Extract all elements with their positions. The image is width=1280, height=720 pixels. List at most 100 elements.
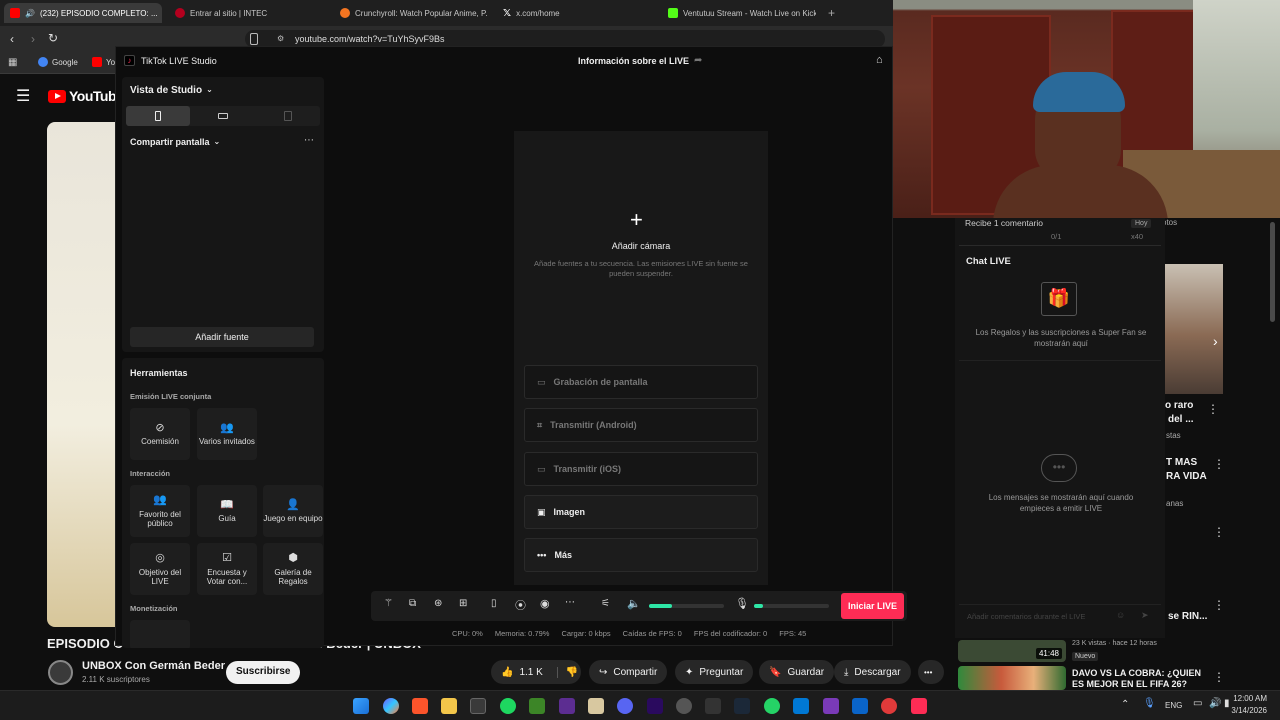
add-scene-icon[interactable]: ⊞ bbox=[459, 598, 467, 609]
mic-slider[interactable] bbox=[754, 604, 829, 608]
steam-icon[interactable] bbox=[734, 698, 750, 714]
site-info-icon[interactable]: ⚙ bbox=[277, 34, 284, 43]
visual-studio-icon[interactable] bbox=[823, 698, 839, 714]
obs-icon[interactable] bbox=[676, 698, 692, 714]
portrait-layout-button[interactable] bbox=[126, 106, 190, 126]
sidebar-title-fragment[interactable]: T MAS bbox=[1166, 457, 1197, 468]
phone-icon[interactable]: ▯ bbox=[491, 598, 497, 609]
landscape-layout-button[interactable] bbox=[191, 106, 255, 126]
multi-guest-tool[interactable]: 👥 Varios invitados bbox=[197, 408, 257, 460]
camera-settings-icon[interactable]: ◉ bbox=[540, 597, 550, 610]
go-live-button[interactable]: Iniciar LIVE bbox=[841, 593, 904, 619]
scene-more-icon[interactable]: ⋯ bbox=[304, 135, 314, 146]
language-indicator[interactable]: ENG bbox=[1165, 701, 1182, 710]
clock-time[interactable]: 12:00 AM bbox=[1233, 694, 1267, 703]
sidebar-thumbnail[interactable]: 41:48 bbox=[958, 640, 1066, 662]
new-tab-button[interactable]: + bbox=[828, 3, 842, 23]
record-icon[interactable]: ⦿ bbox=[515, 597, 526, 613]
dual-layout-button[interactable] bbox=[256, 106, 320, 126]
back-icon[interactable]: ‹ bbox=[10, 32, 14, 46]
url-text[interactable]: youtube.com/watch?v=TuYhSyvF9Bs bbox=[295, 34, 445, 44]
like-count[interactable]: 1.1 K bbox=[519, 667, 542, 678]
bookmark-youtube[interactable]: Yo bbox=[92, 57, 115, 67]
share-button[interactable]: ↪ Compartir bbox=[589, 660, 668, 684]
vscode-icon[interactable] bbox=[793, 698, 809, 714]
comment-input[interactable]: Añadir comentarios durante el LIVE bbox=[959, 604, 1161, 626]
add-source-button[interactable]: Añadir fuente bbox=[130, 327, 314, 347]
volume-icon[interactable]: 🔊 bbox=[1209, 698, 1221, 709]
save-button[interactable]: 🔖 Guardar bbox=[759, 660, 835, 684]
send-icon[interactable]: ➤ bbox=[1141, 610, 1149, 621]
video-player[interactable] bbox=[47, 122, 117, 627]
app-icon[interactable] bbox=[881, 698, 897, 714]
browser-tab-youtube[interactable]: 🔊 (232) EPISODIO COMPLETO: ... ✕ bbox=[4, 3, 162, 23]
whatsapp-icon[interactable] bbox=[764, 698, 780, 714]
menu-icon[interactable]: ☰ bbox=[16, 86, 30, 106]
channel-name[interactable]: UNBOX Con Germán Beder bbox=[82, 660, 225, 672]
bookmark-google[interactable]: Google bbox=[38, 57, 78, 67]
like-icon[interactable]: 👍 bbox=[501, 667, 513, 678]
youtube-logo[interactable]: YouTube bbox=[48, 88, 124, 104]
more-vert-icon[interactable]: ⋮ bbox=[1207, 402, 1219, 416]
more-actions-button[interactable]: ••• bbox=[918, 660, 944, 684]
layout-icon[interactable]: ⧉ bbox=[409, 598, 416, 609]
screen-capture-source[interactable]: ▭ Grabación de pantalla bbox=[524, 365, 758, 399]
store-icon[interactable] bbox=[470, 698, 486, 714]
mixer-icon[interactable]: ⚟ bbox=[601, 598, 610, 609]
more-vert-icon[interactable]: ⋮ bbox=[1213, 457, 1225, 471]
guide-tool[interactable]: 📖 Guía bbox=[197, 485, 257, 537]
monetization-tool[interactable] bbox=[130, 620, 190, 648]
poll-tool[interactable]: ☑ Encuesta y Votar con... bbox=[197, 543, 257, 595]
more-vert-icon[interactable]: ⋮ bbox=[1213, 598, 1225, 612]
team-game-tool[interactable]: 👤 Juego en equipo bbox=[263, 485, 323, 537]
download-button[interactable]: ⤓ Descargar bbox=[834, 660, 911, 684]
add-icon[interactable]: + bbox=[630, 209, 643, 231]
microphone-icon[interactable]: 🎙 bbox=[1143, 698, 1156, 709]
more-vert-icon[interactable]: ⋮ bbox=[1213, 670, 1225, 684]
sidebar-title-fragment[interactable]: RA VIDA bbox=[1166, 471, 1207, 482]
image-source[interactable]: ▣ Imagen bbox=[524, 495, 758, 529]
channel-avatar[interactable] bbox=[48, 660, 73, 685]
magic-wand-icon[interactable]: ⚚ bbox=[384, 598, 393, 609]
file-explorer-icon[interactable] bbox=[441, 698, 457, 714]
effects-icon[interactable]: ⊛ bbox=[434, 598, 442, 609]
volume-slider[interactable] bbox=[649, 604, 724, 608]
home-icon[interactable]: ⌂ bbox=[876, 54, 883, 66]
more-icon[interactable]: ⋯ bbox=[565, 597, 575, 608]
add-camera-label[interactable]: Añadir cámara bbox=[514, 241, 768, 251]
spotify-icon[interactable] bbox=[500, 698, 516, 714]
apps-grid-icon[interactable]: ▦ bbox=[8, 57, 17, 68]
sidebar-title-fragment[interactable]: del ... bbox=[1168, 414, 1194, 425]
chevron-up-icon[interactable]: ⌃ bbox=[1121, 699, 1129, 710]
studio-view-dropdown[interactable]: Vista de Studio ⌄ bbox=[130, 85, 213, 96]
coemission-tool[interactable]: ⊘ Coemisión bbox=[130, 408, 190, 460]
speaker-icon[interactable]: 🔈 bbox=[627, 597, 641, 610]
outlook-icon[interactable] bbox=[852, 698, 868, 714]
tiktok-live-icon[interactable] bbox=[911, 698, 927, 714]
sidebar-title-fragment[interactable]: o raro bbox=[1165, 400, 1193, 411]
scene-dropdown[interactable]: Compartir pantalla ⌄ bbox=[130, 137, 220, 147]
app-icon[interactable] bbox=[559, 698, 575, 714]
sidebar-title-fragment[interactable]: se RIN... bbox=[1168, 611, 1207, 622]
browser-tab-crunchyroll[interactable]: Crunchyroll: Watch Popular Anime, P... bbox=[340, 3, 488, 23]
browser-tab-intec[interactable]: Entrar al sitio | INTEC bbox=[175, 3, 325, 23]
browser-tab-kick[interactable]: Ventutuu Stream - Watch Live on Kick bbox=[668, 3, 816, 23]
scrollbar[interactable] bbox=[1270, 222, 1275, 322]
audience-favorite-tool[interactable]: 👥 Favorito del público bbox=[130, 485, 190, 537]
more-sources[interactable]: ••• Más bbox=[524, 538, 758, 572]
app-icon[interactable] bbox=[588, 698, 604, 714]
sidebar-video-title[interactable]: DAVO VS LA COBRA: ¿QUIEN ES MEJOR EN EL … bbox=[1072, 668, 1212, 690]
share-icon[interactable]: ➦ bbox=[694, 55, 702, 66]
more-vert-icon[interactable]: ⋮ bbox=[1213, 525, 1225, 539]
emoji-icon[interactable]: ☺ bbox=[1116, 610, 1125, 620]
live-info-title[interactable]: Información sobre el LIVE bbox=[578, 56, 689, 66]
reload-icon[interactable]: ↻ bbox=[48, 31, 58, 45]
sidebar-thumbnail[interactable] bbox=[958, 666, 1066, 690]
chevron-right-icon[interactable]: › bbox=[1213, 333, 1218, 349]
ask-button[interactable]: ✦ Preguntar bbox=[675, 660, 754, 684]
app-icon[interactable] bbox=[705, 698, 721, 714]
android-cast-source[interactable]: ⌗ Transmitir (Android) bbox=[524, 408, 758, 442]
subscribe-button[interactable]: Suscribirse bbox=[226, 661, 301, 684]
minecraft-icon[interactable] bbox=[529, 698, 545, 714]
ios-cast-source[interactable]: ▭ Transmitir (iOS) bbox=[524, 452, 758, 486]
